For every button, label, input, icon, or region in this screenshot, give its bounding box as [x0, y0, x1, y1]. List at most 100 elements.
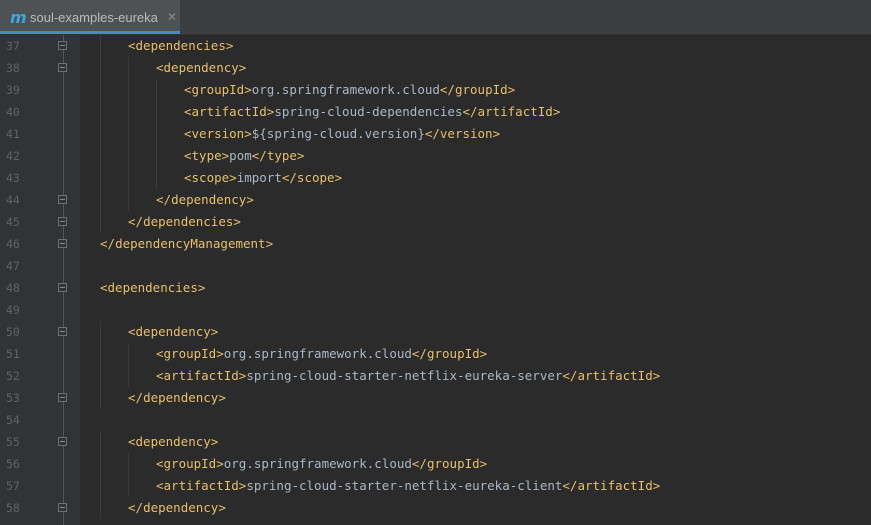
- xml-tag-name: dependencies: [143, 214, 234, 229]
- xml-bracket: <: [128, 434, 136, 449]
- xml-bracket: >: [216, 456, 224, 471]
- fold-marker-icon[interactable]: [58, 63, 67, 72]
- indent-guide: [100, 475, 101, 497]
- xml-bracket: >: [507, 82, 516, 97]
- xml-bracket: <: [156, 478, 164, 493]
- fold-marker-icon[interactable]: [58, 393, 67, 402]
- xml-bracket: >: [265, 236, 274, 251]
- indent-guide: [100, 211, 101, 233]
- code-line[interactable]: 48 <dependencies>: [0, 277, 871, 299]
- xml-bracket: >: [246, 192, 254, 207]
- code-lines: 37 <dependencies> 38 <dependency> 39 <groupId…: [0, 35, 871, 519]
- xml-tag-name: type: [191, 148, 222, 163]
- code-line[interactable]: 43 <scope>import</scope>: [0, 167, 871, 189]
- code-line[interactable]: 53 </dependency>: [0, 387, 871, 409]
- xml-bracket: <: [128, 324, 136, 339]
- fold-marker-icon[interactable]: [58, 327, 67, 336]
- code-text: <groupId>org.springframework.cloud</grou…: [156, 343, 487, 365]
- indent-guide: [128, 365, 129, 387]
- code-line[interactable]: 45 </dependencies>: [0, 211, 871, 233]
- fold-marker-icon[interactable]: [58, 41, 67, 50]
- xml-text-value: pom: [229, 148, 252, 163]
- code-text: <dependency>: [128, 431, 218, 453]
- xml-bracket: </: [281, 170, 297, 185]
- indent-guide: [128, 123, 129, 145]
- xml-bracket: >: [238, 60, 247, 75]
- xml-tag-name: groupId: [454, 82, 508, 97]
- indent-guide: [128, 453, 129, 475]
- close-icon[interactable]: ✕: [167, 10, 177, 24]
- code-text: <dependency>: [128, 321, 218, 343]
- fold-marker-icon[interactable]: [58, 239, 67, 248]
- code-line[interactable]: 39 <groupId>org.springframework.cloud</gr…: [0, 79, 871, 101]
- code-line[interactable]: 42 <type>pom</type>: [0, 145, 871, 167]
- code-line[interactable]: 38 <dependency>: [0, 57, 871, 79]
- line-number: 53: [6, 391, 20, 405]
- code-line[interactable]: 44 </dependency>: [0, 189, 871, 211]
- xml-tag-name: artifactId: [477, 104, 553, 119]
- xml-text-value: org.springframework.cloud: [223, 456, 412, 471]
- xml-bracket: >: [296, 148, 305, 163]
- code-line[interactable]: 55 <dependency>: [0, 431, 871, 453]
- code-line[interactable]: 54: [0, 409, 871, 431]
- indent-guide: [128, 343, 129, 365]
- xml-tag-name: groupId: [426, 456, 480, 471]
- line-number: 40: [6, 105, 20, 119]
- xml-bracket: <: [184, 104, 192, 119]
- code-line[interactable]: 58 </dependency>: [0, 497, 871, 519]
- xml-tag-name: scope: [296, 170, 335, 185]
- line-number: 51: [6, 347, 20, 361]
- code-line[interactable]: 40 <artifactId>spring-cloud-dependencies<…: [0, 101, 871, 123]
- xml-bracket: <: [184, 82, 192, 97]
- xml-tag-name: artifactId: [163, 478, 239, 493]
- indent-guide: [128, 145, 129, 167]
- xml-tag-name: groupId: [163, 346, 217, 361]
- line-number: 57: [6, 479, 20, 493]
- code-text: </dependency>: [128, 387, 226, 409]
- code-line[interactable]: 49: [0, 299, 871, 321]
- xml-bracket: >: [210, 434, 219, 449]
- code-line[interactable]: 46 </dependencyManagement>: [0, 233, 871, 255]
- code-line[interactable]: 37 <dependencies>: [0, 35, 871, 57]
- tab-label: soul-examples-eureka: [30, 9, 158, 25]
- line-number: 38: [6, 61, 20, 75]
- fold-marker-icon[interactable]: [58, 437, 67, 446]
- tab-soul-examples-eureka[interactable]: m soul-examples-eureka ✕: [0, 0, 180, 34]
- fold-marker-icon[interactable]: [58, 217, 67, 226]
- code-text: <dependency>: [156, 57, 246, 79]
- line-number: 54: [6, 413, 20, 427]
- indent-guide: [128, 167, 129, 189]
- xml-tag-name: artifactId: [191, 104, 267, 119]
- xml-bracket: >: [210, 324, 219, 339]
- xml-bracket: >: [479, 456, 488, 471]
- code-line[interactable]: 56 <groupId>org.springframework.cloud</gr…: [0, 453, 871, 475]
- xml-bracket: <: [128, 38, 136, 53]
- indent-guide: [100, 35, 101, 57]
- code-editor[interactable]: 37 <dependencies> 38 <dependency> 39 <groupId…: [0, 35, 871, 525]
- fold-marker-icon[interactable]: [58, 283, 67, 292]
- xml-bracket: <: [156, 346, 164, 361]
- xml-bracket: >: [479, 346, 488, 361]
- xml-bracket: >: [218, 390, 226, 405]
- xml-bracket: </: [251, 148, 267, 163]
- code-line[interactable]: 50 <dependency>: [0, 321, 871, 343]
- xml-bracket: </: [411, 346, 427, 361]
- xml-text-value: ${spring-cloud.version}: [251, 126, 425, 141]
- fold-marker-icon[interactable]: [58, 195, 67, 204]
- line-number: 45: [6, 215, 20, 229]
- code-line[interactable]: 57 <artifactId>spring-cloud-starter-netfl…: [0, 475, 871, 497]
- line-number: 43: [6, 171, 20, 185]
- fold-marker-icon[interactable]: [58, 503, 67, 512]
- line-number: 47: [6, 259, 20, 273]
- xml-bracket: </: [424, 126, 440, 141]
- xml-text-value: import: [236, 170, 282, 185]
- xml-tag-name: type: [266, 148, 297, 163]
- xml-bracket: >: [244, 126, 252, 141]
- code-text: </dependencies>: [128, 211, 241, 233]
- xml-bracket: >: [229, 170, 237, 185]
- code-line[interactable]: 41 <version>${spring-cloud.version}</vers…: [0, 123, 871, 145]
- xml-bracket: >: [225, 38, 234, 53]
- code-line[interactable]: 52 <artifactId>spring-cloud-starter-netfl…: [0, 365, 871, 387]
- code-line[interactable]: 51 <groupId>org.springframework.cloud</gr…: [0, 343, 871, 365]
- code-line[interactable]: 47: [0, 255, 871, 277]
